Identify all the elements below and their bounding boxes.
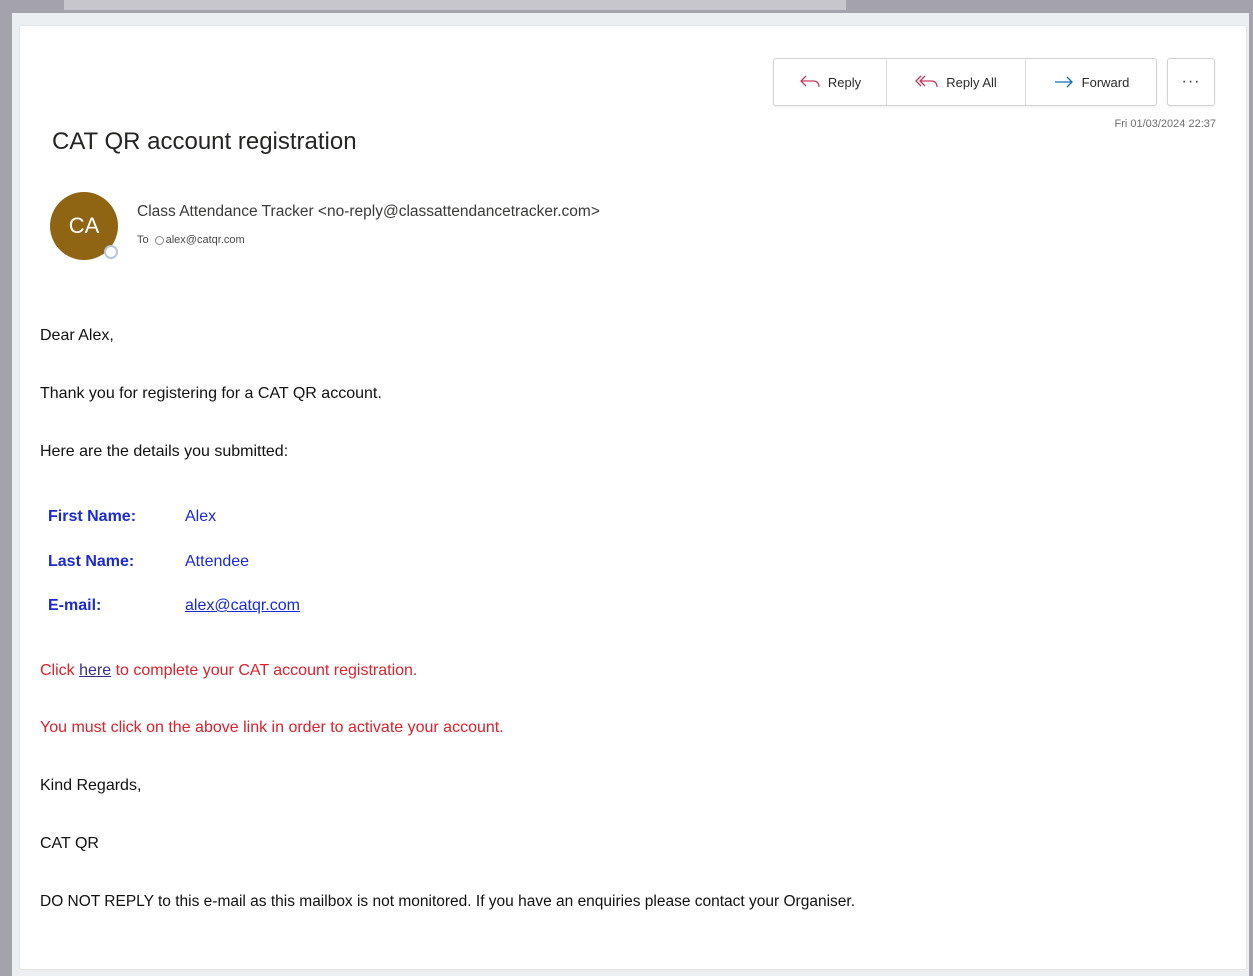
recipient-presence-icon [154, 235, 164, 245]
thanks-text: Thank you for registering for a CAT QR a… [40, 385, 382, 402]
last-name-label: Last Name: [48, 553, 135, 570]
email-label: E-mail: [48, 597, 102, 614]
click-suffix: to complete your CAT account registratio… [111, 662, 418, 679]
forward-icon [1053, 75, 1075, 89]
reply-all-icon [915, 75, 939, 89]
registration-instruction: Click here to complete your CAT account … [40, 662, 417, 680]
click-prefix: Click [40, 662, 80, 679]
forward-button[interactable]: Forward [1026, 59, 1156, 105]
forward-label: Forward [1081, 74, 1130, 90]
presence-status-icon [104, 245, 118, 259]
to-label: To [137, 234, 149, 246]
greeting-text: Dear Alex, [40, 327, 114, 344]
footer-notice: DO NOT REPLY to this e-mail as this mail… [40, 893, 855, 910]
sender-name[interactable]: Class Attendance Tracker <no-reply@class… [137, 203, 600, 221]
email-link[interactable]: alex@catqr.com [185, 597, 300, 615]
signature-text: CAT QR [40, 835, 99, 852]
registration-link[interactable]: here [79, 662, 111, 679]
activation-warning: You must click on the above link in orde… [40, 719, 504, 736]
reply-all-label: Reply All [946, 74, 997, 90]
last-name-value: Attendee [185, 553, 250, 570]
avatar-initials: CA [68, 213, 100, 238]
window-top-tab [64, 0, 846, 10]
email-date: Fri 01/03/2024 22:37 [1114, 118, 1216, 130]
reply-button[interactable]: Reply [774, 59, 887, 105]
reply-icon [799, 75, 821, 89]
first-name-label: First Name: [48, 508, 137, 525]
email-card [19, 25, 1247, 970]
recipient-address[interactable]: alex@catqr.com [166, 234, 245, 246]
message-actions-toolbar: Reply Reply All Forward [773, 58, 1157, 106]
regards-text: Kind Regards, [40, 777, 142, 794]
more-icon: ··· [1181, 73, 1201, 90]
recipient-line: To alex@catqr.com [137, 234, 245, 246]
reply-all-button[interactable]: Reply All [887, 59, 1026, 105]
email-subject: CAT QR account registration [52, 128, 357, 155]
more-actions-button[interactable]: ··· [1167, 58, 1215, 106]
intro-text: Here are the details you submitted: [40, 443, 289, 460]
reply-label: Reply [827, 74, 862, 90]
first-name-value: Alex [185, 508, 217, 525]
